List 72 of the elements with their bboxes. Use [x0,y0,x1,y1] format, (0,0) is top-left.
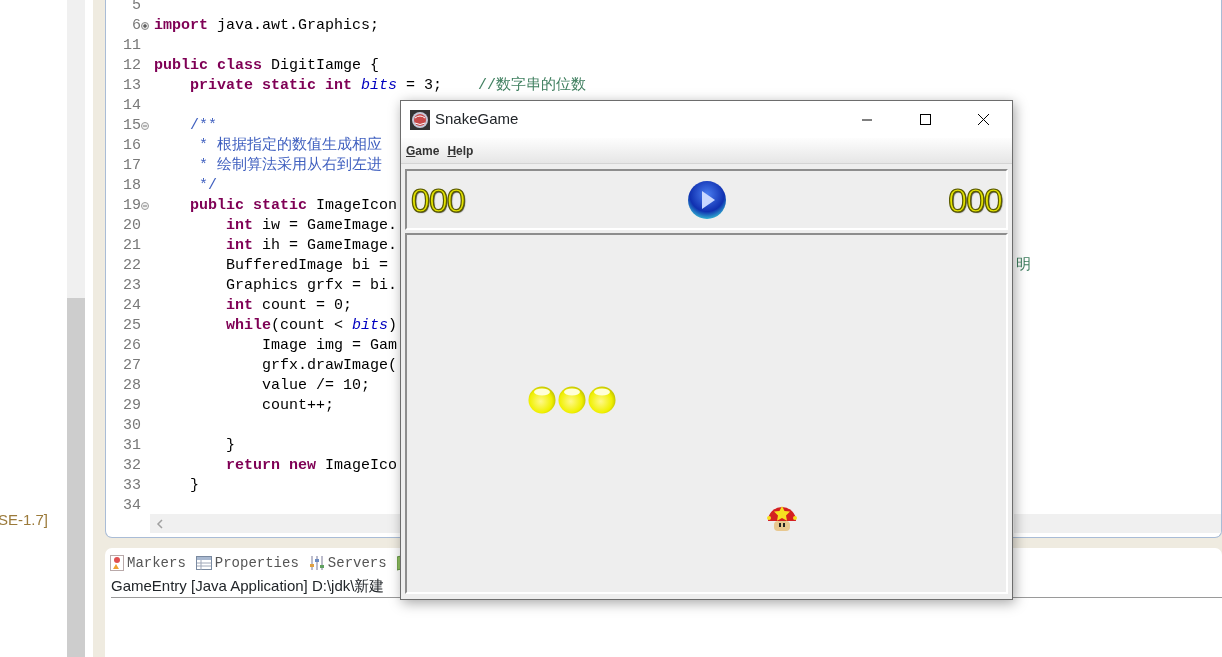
line-number: 13 [123,76,141,96]
code-line: } [225,436,235,456]
app-icon [410,109,430,130]
score-display: 000 [948,182,1002,217]
line-number: 33 [123,476,141,496]
line-number: 32 [123,456,141,476]
view-tab[interactable]: Markers [110,552,186,574]
code-line: while(count < bits) [225,316,398,336]
line-number: 21 [123,236,141,256]
code-line: private static int bits = 3; //数字串的位数 [189,76,587,96]
code-line: count++; [261,396,335,416]
line-number: 20 [123,216,141,236]
sliders-icon [308,555,325,571]
code-line: int ih = GameImage. [225,236,398,256]
line-number: 30 [123,416,141,436]
snake-segment [558,386,586,414]
expand-icon[interactable] [141,22,149,30]
line-number: 12 [123,56,141,76]
code-comment: 明 [1016,256,1031,276]
console-title: GameEntry [Java Application] D:\jdk\新建 [111,576,385,596]
code-line: */ [198,176,217,196]
snake-segment [528,386,556,414]
code-line: public static ImageIcon [189,196,398,216]
line-number: 14 [123,96,141,116]
collapse-icon[interactable] [141,122,149,130]
line-number: 11 [123,36,141,56]
markers-icon [110,555,124,571]
code-line: value /= 10; [261,376,371,396]
code-line: int count = 0; [225,296,353,316]
close-icon [976,113,990,126]
line-number: 22 [123,256,141,276]
vertical-scrollbar[interactable] [67,0,85,657]
line-number: 34 [123,496,141,514]
snake-segment [588,386,616,414]
line-number: 29 [123,396,141,416]
line-number: 18 [123,176,141,196]
line-number: 31 [123,436,141,456]
code-line: public class DigitIamge { [153,56,380,76]
horizontal-scrollbar[interactable] [150,514,400,533]
code-line: import java.awt.Graphics; [153,16,380,36]
code-line: } [189,476,199,496]
code-line: Image img = Gam [261,336,398,356]
line-number: 6 [132,16,141,36]
line-number: 26 [123,336,141,356]
code-line: /** [189,116,217,136]
code-line: Graphics grfx = bi. [225,276,398,296]
line-number: 17 [123,156,141,176]
view-tab[interactable]: Servers [308,552,387,574]
code-line: return new ImageIco [225,456,398,476]
view-tab[interactable]: Properties [195,552,299,574]
line-number: 27 [123,356,141,376]
menu-item[interactable]: Game [404,141,442,160]
line-number: 15 [123,116,141,136]
line-number: 23 [123,276,141,296]
code-line: int iw = GameImage. [225,216,398,236]
menu-item[interactable]: Help [445,141,476,160]
maximize-icon [918,113,932,126]
line-number: 28 [123,376,141,396]
play-button[interactable] [686,179,727,220]
line-number: 24 [123,296,141,316]
line-number: 19 [123,196,141,216]
table-icon [195,556,212,570]
collapse-icon[interactable] [141,202,149,210]
line-number: 16 [123,136,141,156]
score-display: 000 [411,182,465,217]
line-number: 25 [123,316,141,336]
scroll-left-icon[interactable] [156,518,164,529]
code-line: BufferedImage bi = [225,256,389,276]
window-title: SnakeGame [435,109,520,130]
code-line: * 绘制算法采用从右到左进 [198,156,382,176]
code-line: * 根据指定的数值生成相应 [198,136,382,156]
code-line: grfx.drawImage( [261,356,398,376]
